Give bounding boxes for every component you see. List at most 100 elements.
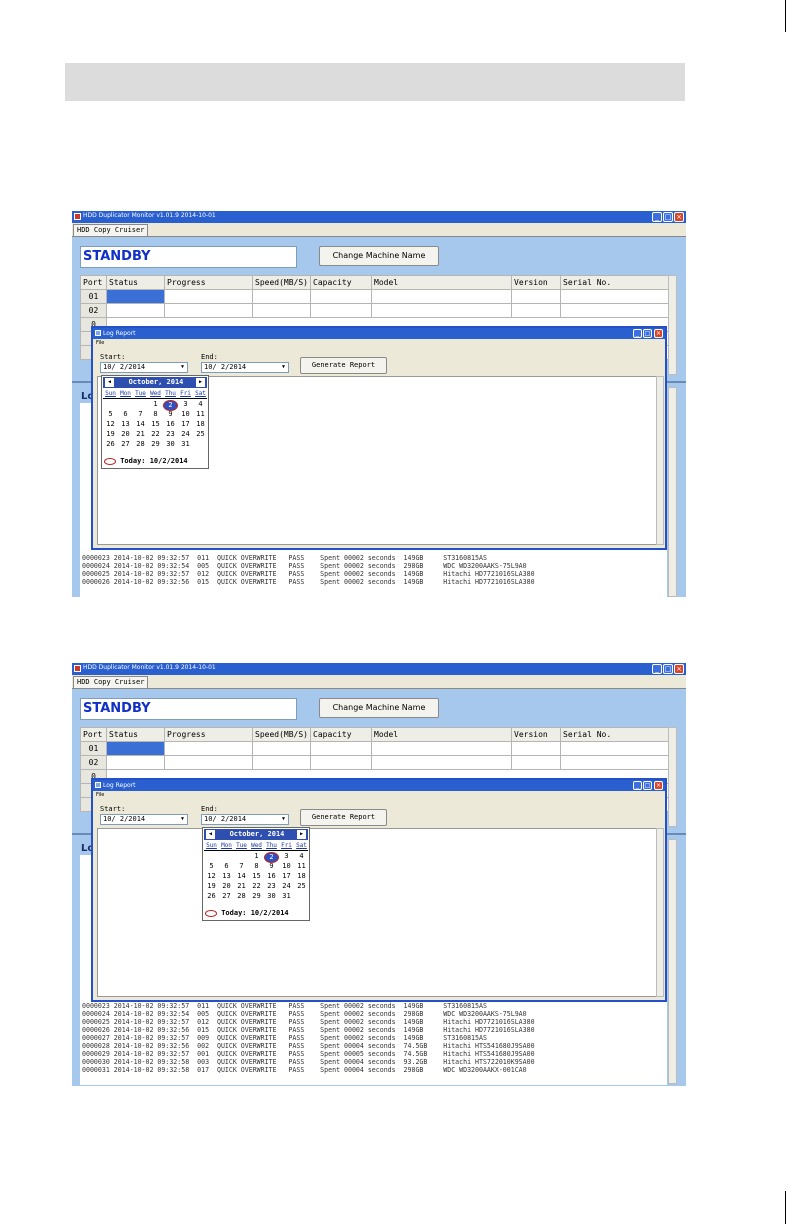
calendar-day[interactable]: 25 [193,430,208,439]
calendar-day[interactable]: 11 [193,410,208,419]
ports-scrollbar[interactable] [668,275,677,375]
calendar-day[interactable]: 15 [148,420,163,429]
calendar-day[interactable]: 14 [133,420,148,429]
calendar-day[interactable]: 24 [279,882,294,891]
calendar-day[interactable]: 27 [118,440,133,449]
chevron-down-icon[interactable]: ▼ [279,815,288,824]
end-date-picker[interactable]: 10/ 2/2014 ▼ [201,362,289,373]
calendar-day[interactable]: 31 [279,892,294,901]
maximize-button[interactable]: □ [663,664,673,674]
calendar-day[interactable]: 8 [148,410,163,419]
dialog-close-button[interactable]: × [654,781,663,790]
calendar-day[interactable]: 31 [178,440,193,449]
tab-hdd-copy-cruiser[interactable]: HDD Copy Cruiser [73,676,149,688]
calendar-day[interactable]: 22 [249,882,264,891]
calendar-day[interactable]: 10 [178,410,193,419]
calendar-day[interactable]: 5 [103,410,118,419]
table-row[interactable]: 01 [80,289,669,304]
calendar-day[interactable]: 10 [279,862,294,871]
calendar-day[interactable]: 16 [264,872,279,881]
generate-report-button[interactable]: Generate Report [300,357,387,374]
dialog-maximize-button[interactable]: □ [643,781,652,790]
status-cell[interactable] [106,303,165,318]
calendar-day[interactable]: 23 [264,882,279,891]
calendar-day[interactable]: 16 [163,420,178,429]
table-row[interactable]: 01 [80,741,669,756]
maximize-button[interactable]: □ [663,212,673,222]
calendar-day[interactable]: 17 [178,420,193,429]
calendar-day[interactable]: 14 [234,872,249,881]
calendar-day[interactable]: 18 [193,420,208,429]
calendar-day[interactable]: 7 [133,410,148,419]
generate-report-button[interactable]: Generate Report [300,809,387,826]
close-button[interactable]: × [674,212,684,222]
calendar-day[interactable]: 9 [163,410,178,419]
status-cell[interactable] [106,741,165,756]
calendar-day[interactable]: 27 [219,892,234,901]
today-link[interactable]: Today: 10/2/2014 [104,456,188,466]
calendar-day[interactable]: 28 [133,440,148,449]
calendar-day[interactable]: 23 [163,430,178,439]
table-row[interactable]: 02 [80,303,669,318]
menu-file[interactable]: File [96,340,104,346]
calendar-day[interactable]: 22 [148,430,163,439]
status-cell[interactable] [106,755,165,770]
calendar-day[interactable]: 24 [178,430,193,439]
menu-file[interactable]: File [96,792,104,798]
calendar-day[interactable]: 19 [204,882,219,891]
log-scrollbar[interactable] [668,387,677,597]
close-button[interactable]: × [674,664,684,674]
calendar-day[interactable]: 1 [148,400,163,409]
tab-hdd-copy-cruiser[interactable]: HDD Copy Cruiser [73,224,149,236]
dialog-close-button[interactable]: × [654,329,663,338]
ports-scrollbar[interactable] [668,727,677,827]
calendar-day[interactable]: 3 [279,852,294,861]
calendar-day[interactable]: 30 [163,440,178,449]
chevron-down-icon[interactable]: ▼ [178,815,187,824]
status-cell[interactable] [106,289,165,304]
minimize-button[interactable]: _ [652,664,662,674]
calendar-day[interactable]: 9 [264,862,279,871]
calendar-day[interactable]: 17 [279,872,294,881]
today-link[interactable]: Today: 10/2/2014 [205,908,289,918]
calendar-day[interactable]: 6 [118,410,133,419]
calendar-day[interactable]: 1 [249,852,264,861]
calendar-day[interactable]: 13 [219,872,234,881]
next-month-button[interactable]: ▶ [297,830,306,839]
calendar-day[interactable]: 4 [193,400,208,409]
calendar-day[interactable]: 30 [264,892,279,901]
report-scrollbar[interactable] [656,828,664,997]
calendar-day[interactable]: 20 [219,882,234,891]
next-month-button[interactable]: ▶ [196,378,205,387]
table-row[interactable]: 02 [80,755,669,770]
calendar-day[interactable]: 5 [204,862,219,871]
chevron-down-icon[interactable]: ▼ [178,363,187,372]
start-date-picker[interactable]: 10/ 2/2014 ▼ [100,814,188,825]
report-scrollbar[interactable] [656,376,664,545]
calendar-day[interactable]: 4 [294,852,309,861]
dialog-maximize-button[interactable]: □ [643,329,652,338]
start-date-picker[interactable]: 10/ 2/2014 ▼ [100,362,188,373]
calendar-day[interactable]: 26 [103,440,118,449]
calendar-day[interactable]: 18 [294,872,309,881]
calendar-day[interactable]: 15 [249,872,264,881]
end-date-picker[interactable]: 10/ 2/2014 ▼ [201,814,289,825]
log-scrollbar[interactable] [668,839,677,1084]
calendar-day[interactable]: 8 [249,862,264,871]
calendar-day[interactable]: 26 [204,892,219,901]
prev-month-button[interactable]: ◀ [105,378,114,387]
calendar-day[interactable]: 21 [234,882,249,891]
dialog-minimize-button[interactable]: _ [633,781,642,790]
chevron-down-icon[interactable]: ▼ [279,363,288,372]
calendar-day[interactable]: 7 [234,862,249,871]
dialog-minimize-button[interactable]: _ [633,329,642,338]
calendar-day[interactable]: 29 [148,440,163,449]
calendar-day[interactable]: 19 [103,430,118,439]
calendar-day[interactable]: 6 [219,862,234,871]
calendar-day[interactable]: 28 [234,892,249,901]
prev-month-button[interactable]: ◀ [206,830,215,839]
calendar-day[interactable]: 20 [118,430,133,439]
calendar-day[interactable]: 13 [118,420,133,429]
calendar-day[interactable]: 29 [249,892,264,901]
calendar-day[interactable]: 12 [103,420,118,429]
